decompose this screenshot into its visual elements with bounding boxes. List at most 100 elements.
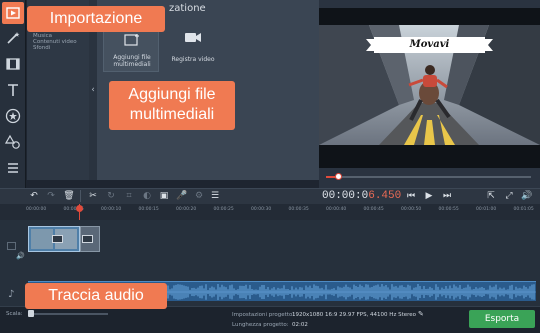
rotate-button[interactable]: ↻ [104,188,118,204]
ruler-tick-label: 00:00:30 [251,207,272,212]
transition-icon[interactable] [82,235,93,243]
editing-toolbar [0,188,540,204]
volume-icon: 🔊 [521,191,533,201]
external-icon: ⇱ [487,191,495,201]
undo-icon: ↶ [30,191,38,201]
add-files-icon [124,34,139,46]
previous-button[interactable]: ⏮ [404,188,418,204]
clip-properties-button[interactable]: ▣ [157,188,171,204]
settings-value: 1920x1080 16:9 29.97 FPS, 44100 Hz Stere… [292,312,416,318]
microphone-icon: 🎤 [176,191,188,201]
text-icon [8,84,18,96]
undo-button[interactable]: ↶ [27,188,41,204]
callout-audio-track: Traccia audio [25,283,167,309]
play-icon: ▶ [425,191,433,201]
length-value: 02:02 [292,322,308,328]
import-tab[interactable] [2,2,24,24]
settings-label: Impostazioni progetto: [232,312,295,318]
callout-add-files: Aggiungi file multimediali [109,81,235,130]
preview-scrubber-handle[interactable] [335,173,342,180]
length-label: Lunghezza progetto: [232,322,289,328]
ruler-tick-label: 00:00:55 [438,207,459,212]
detach-preview-button[interactable]: ⇱ [484,188,498,204]
play-button[interactable]: ▶ [422,188,436,204]
crop-button[interactable]: ⌗ [122,188,136,204]
crop-icon: ⌗ [126,191,132,201]
film-icon [6,58,20,70]
scissors-icon: ✂ [89,191,97,201]
playhead-handle[interactable] [76,205,83,212]
export-button[interactable]: Esporta [469,310,535,328]
next-button[interactable]: ⏭ [440,188,454,204]
zoom-slider[interactable] [28,313,108,315]
timecode: 00:00:06.450 [322,190,401,202]
clip-thumbnail [31,229,53,249]
timecode-static: 00:00:0 [322,190,369,202]
category-backgrounds[interactable]: Sfondi [33,45,77,51]
gear-icon: ⚙ [194,191,204,201]
ruler-tick-label: 00:00:50 [401,207,422,212]
video-camera-icon [185,33,201,42]
ruler-tick-label: 00:01:05 [513,207,534,212]
add-files-label-2: multimediali [113,61,151,68]
panel-title: zatione [169,3,206,14]
record-audio-button[interactable]: 🎤 [175,188,189,204]
timecode-accent: 6.450 [368,190,402,202]
more-tab[interactable] [2,157,24,179]
ruler-tick-label: 00:00:25 [213,207,234,212]
stickers-tab[interactable] [2,105,24,127]
ruler-tick-label: 00:00:00 [26,207,47,212]
add-files-label-1: Aggiungi file [113,54,151,61]
settings-button[interactable]: ⚙ [192,188,206,204]
edit-settings-button[interactable]: ✎ [418,310,424,318]
callouts-tab[interactable] [2,131,24,153]
trash-icon: 🗑 [63,191,75,201]
image-icon: ▣ [159,191,169,201]
transitions-tab[interactable] [2,53,24,75]
status-bar [0,306,540,333]
list-icon [8,163,18,173]
shapes-icon [5,134,20,149]
fullscreen-button[interactable]: ⤢ [502,188,516,204]
ruler-tick-label: 00:00:40 [326,207,347,212]
magic-wand-icon [7,32,20,44]
titles-tab[interactable] [2,79,24,101]
transition-icon[interactable] [52,235,63,243]
record-video-label: Registra video [171,56,215,63]
delete-button[interactable]: 🗑 [62,188,76,204]
redo-button[interactable]: ↷ [44,188,58,204]
skip-back-icon: ⏮ [406,191,416,201]
cut-button[interactable]: ✂ [86,188,100,204]
equalizer-button[interactable]: ☰ [208,188,222,204]
audio-track-note-icon: ♪ [8,289,15,300]
zoom-slider-handle[interactable] [28,310,34,317]
preview-scrubber[interactable] [326,176,531,178]
redo-icon: ↷ [47,191,55,201]
ruler-tick-label: 00:00:15 [138,207,159,212]
volume-button[interactable]: 🔊 [520,188,534,204]
equalizer-icon: ☰ [210,191,220,201]
ruler-tick-label: 00:00:45 [363,207,384,212]
star-badge-icon [5,108,21,124]
contrast-icon: ◐ [143,191,151,201]
fullscreen-icon: ⤢ [505,191,513,201]
title-banner: Movavi [366,36,493,54]
rotate-icon: ↻ [107,191,115,201]
side-toolbar [0,0,26,188]
toolbar-separator [80,190,81,202]
import-icon [6,7,20,19]
filters-tab[interactable] [2,27,24,49]
ruler-tick-label: 00:01:00 [476,207,497,212]
skip-forward-icon: ⏭ [442,191,452,201]
record-video-button[interactable]: Registra video [165,20,221,72]
app-window: Musica Contenuti video Sfondi ‹ zatione … [0,0,540,333]
callout-import-text: Importazione [49,10,143,27]
scale-label: Scala: [6,311,23,317]
callout-audio-track-text: Traccia audio [48,287,144,304]
callout-add-files-line-2: multimediali [129,106,215,123]
ruler-tick-label: 00:00:20 [176,207,197,212]
banner-text: Movavi [409,39,450,50]
video-track-volume-icon[interactable]: 🔊 [16,252,25,260]
ruler-tick-label: 00:00:35 [288,207,309,212]
color-adjust-button[interactable]: ◐ [140,188,154,204]
